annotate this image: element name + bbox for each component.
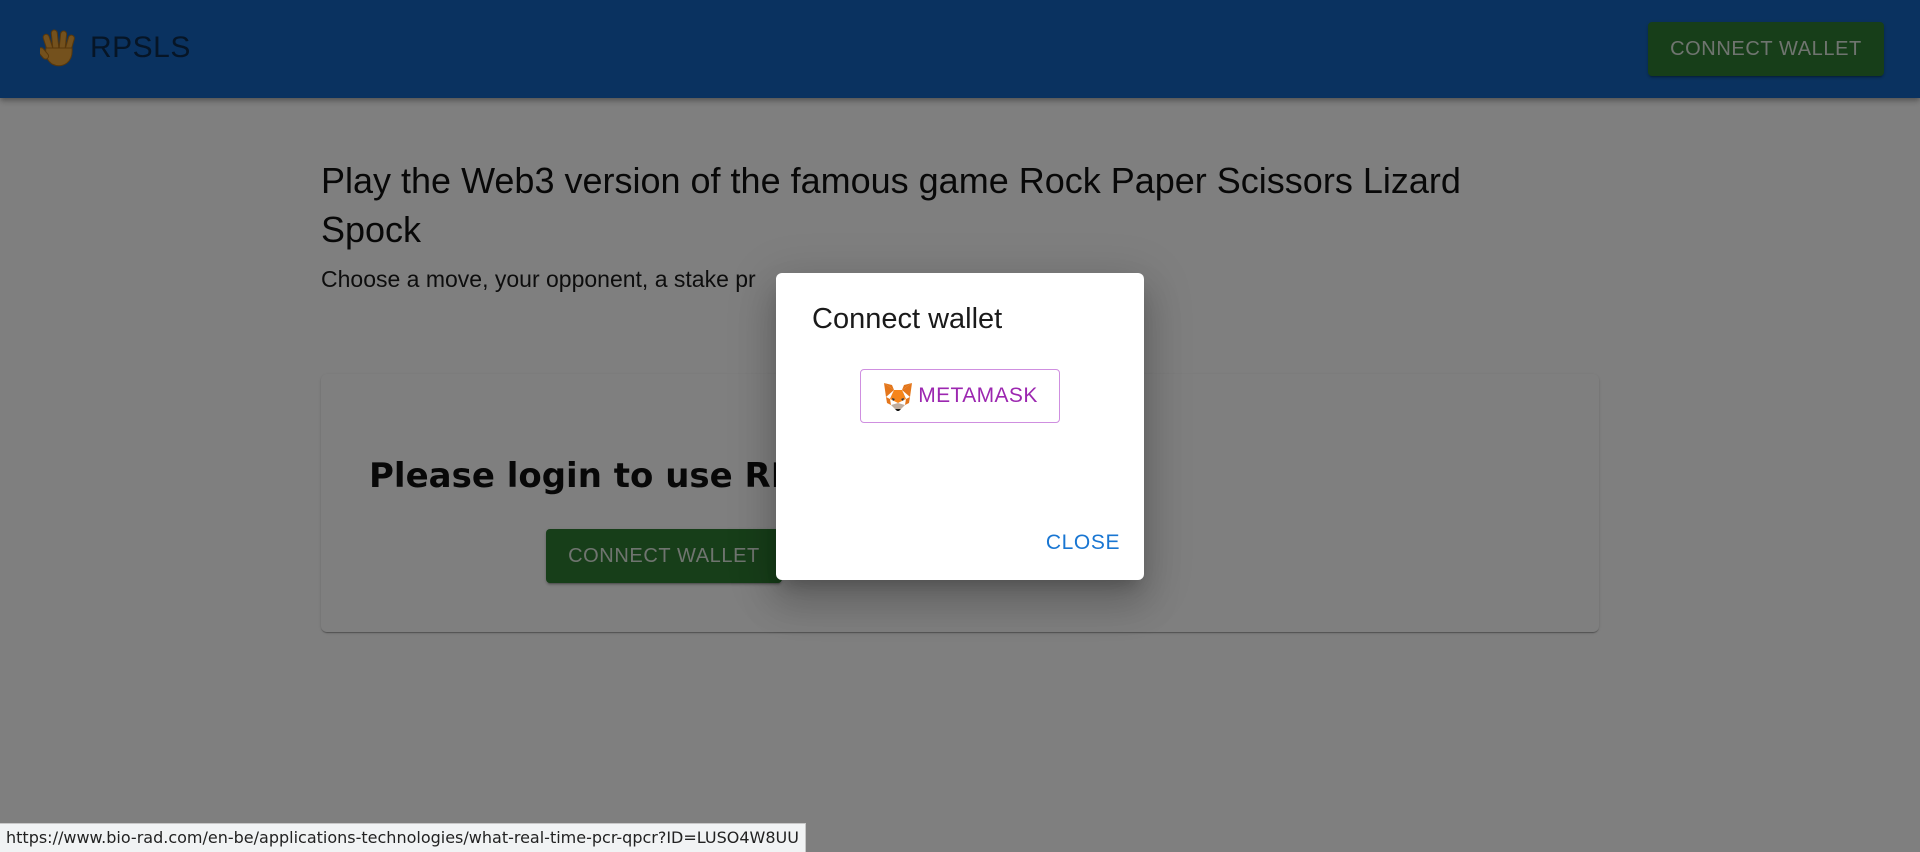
- connect-wallet-dialog: Connect wallet METAMASK CLOSE: [776, 273, 1144, 580]
- metamask-label: METAMASK: [918, 384, 1038, 407]
- metamask-fox-icon: [884, 383, 913, 411]
- metamask-button[interactable]: METAMASK: [860, 369, 1060, 423]
- dialog-title: Connect wallet: [812, 303, 1003, 335]
- dialog-close-button[interactable]: CLOSE: [1038, 521, 1128, 565]
- link-preview-status-bar: https://www.bio-rad.com/en-be/applicatio…: [0, 823, 806, 852]
